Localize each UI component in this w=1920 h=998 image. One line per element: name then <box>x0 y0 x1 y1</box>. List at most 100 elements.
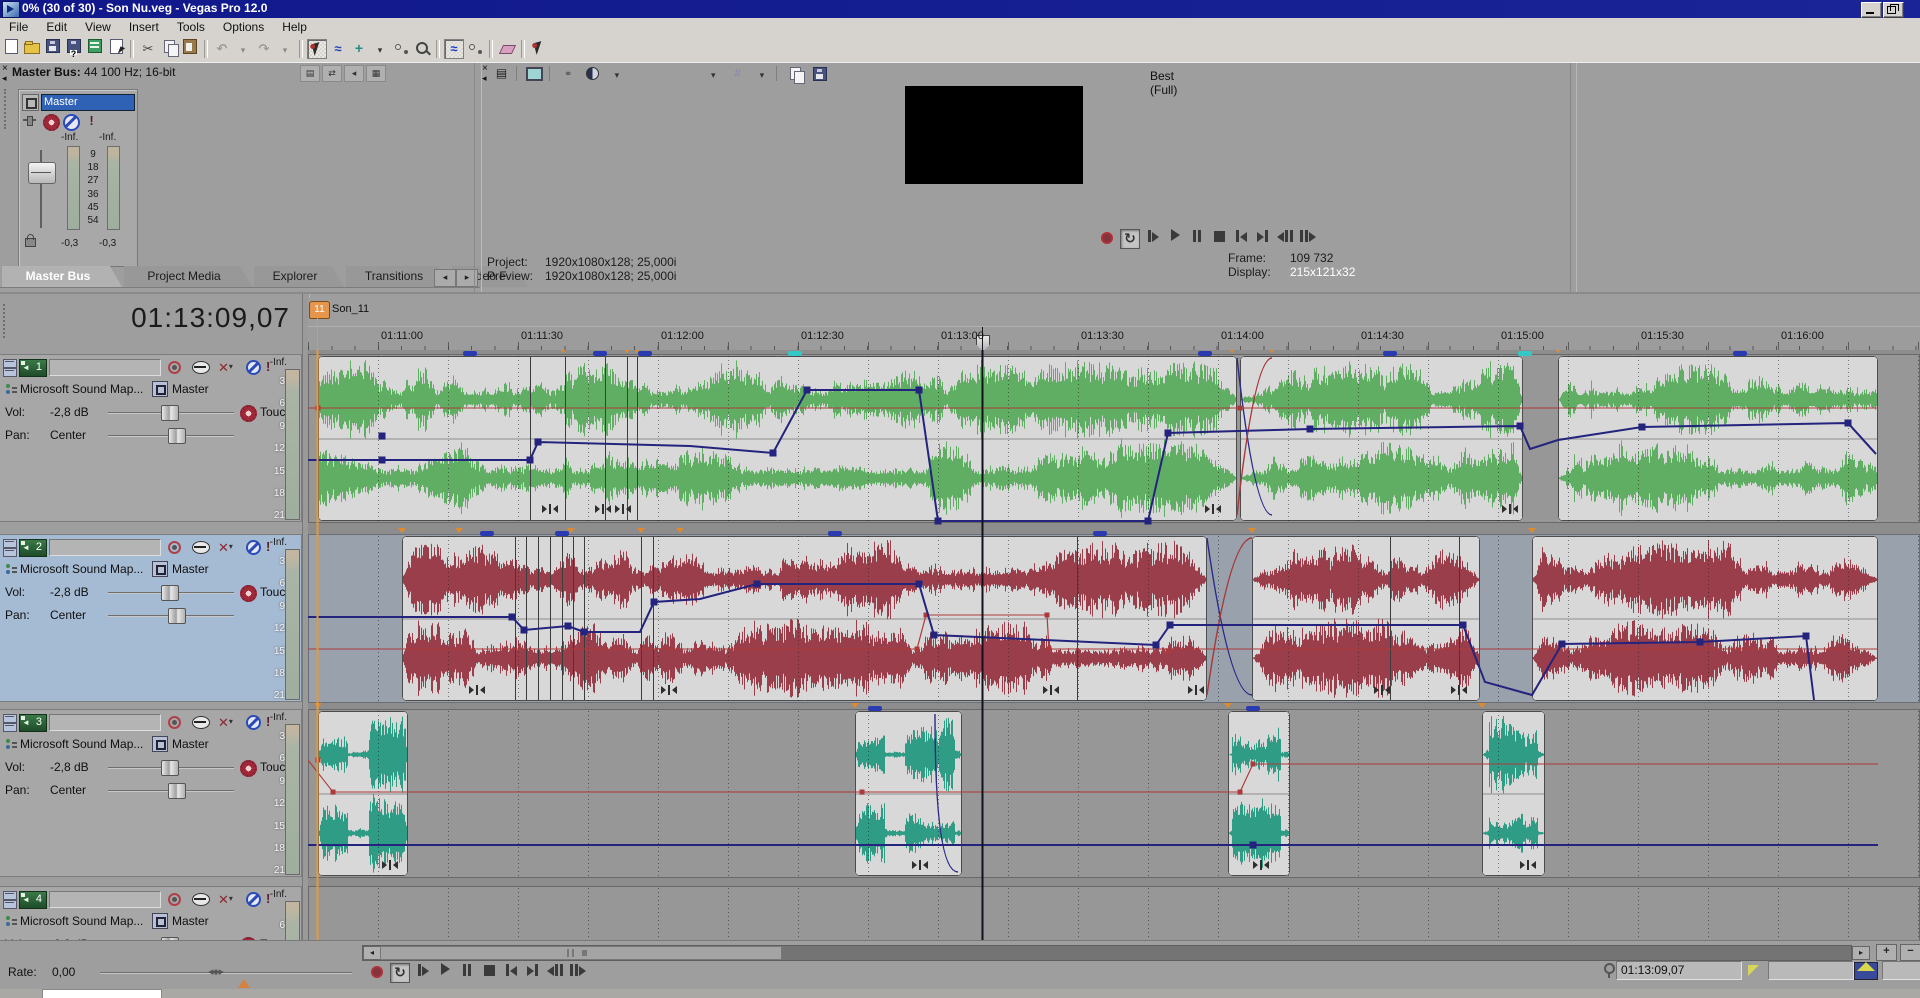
insert-bus-button[interactable]: ⇄ <box>322 65 342 82</box>
restore-button[interactable] <box>1883 2 1904 18</box>
save-snapshot-button[interactable] <box>810 65 829 82</box>
preview-close-icon[interactable]: × <box>482 65 488 73</box>
mute-icon[interactable]: ✕▾ <box>218 891 233 908</box>
erase-tool-button[interactable] <box>497 39 517 59</box>
master-meter-right[interactable] <box>107 146 120 230</box>
track-automation-icon[interactable] <box>192 361 210 374</box>
solo-icon[interactable] <box>246 540 261 555</box>
bottom-edit-field[interactable] <box>42 989 162 998</box>
edit-cursor-timecode[interactable]: 01:13:09,07 <box>0 302 290 334</box>
menu-options[interactable]: Options <box>214 18 273 38</box>
arm-for-record-icon[interactable] <box>168 541 181 554</box>
time-ruler[interactable]: 01:11:0001:11:3001:12:0001:12:3001:13:00… <box>308 326 1920 352</box>
title-bar[interactable]: 0% (30 of 30) - Son Nu.veg - Vegas Pro 1… <box>0 0 1920 18</box>
zoom-edit-tool-button[interactable] <box>412 39 432 59</box>
menu-edit[interactable]: Edit <box>37 18 76 38</box>
envelope-edit-tool-button[interactable]: ≈ <box>328 39 348 59</box>
record-button[interactable] <box>1098 229 1116 247</box>
track-meter[interactable] <box>285 724 300 875</box>
open-button[interactable] <box>22 39 42 59</box>
video-preview-menu-button[interactable]: ▤ <box>492 65 511 82</box>
pan-slider[interactable] <box>108 615 234 616</box>
previous-frame-button[interactable] <box>1276 229 1294 247</box>
overlay-dropdown[interactable]: ▾ <box>752 65 771 82</box>
track-minmax-buttons[interactable] <box>3 539 16 556</box>
paste-button[interactable] <box>180 39 200 59</box>
layout-button[interactable]: ▦ <box>366 65 386 82</box>
undo-dropdown[interactable]: ▾ <box>233 39 253 59</box>
loop-button[interactable]: ↻ <box>390 963 410 983</box>
track-automation-icon[interactable] <box>192 541 210 554</box>
bus-assign-button[interactable] <box>152 913 168 929</box>
mute-icon[interactable] <box>63 114 80 131</box>
track-header-1[interactable]: ◄1✕▾!-Inf.Microsoft Sound Map...MasterVo… <box>0 354 302 522</box>
track-automation-icon[interactable] <box>192 716 210 729</box>
master-meter-left[interactable] <box>67 146 80 230</box>
solo-icon[interactable] <box>246 360 261 375</box>
render-as-button[interactable] <box>64 39 84 59</box>
go-to-end-button[interactable] <box>1254 229 1272 247</box>
scroll-left-button[interactable]: ◂ <box>363 946 381 960</box>
arm-for-record-icon[interactable] <box>168 361 181 374</box>
master-bus-button[interactable] <box>22 94 39 111</box>
marker-bar[interactable]: 11 Son_11 <box>308 298 1920 326</box>
video-fx-button[interactable]: ⚭ <box>559 65 578 82</box>
save-button[interactable] <box>43 39 63 59</box>
copy-button[interactable] <box>159 39 179 59</box>
scrollbar-thumb[interactable] <box>380 946 782 960</box>
video-preview-frame[interactable] <box>905 86 1083 184</box>
vol-slider-handle[interactable] <box>161 405 179 421</box>
go-to-start-button[interactable] <box>502 963 520 981</box>
automation-gear-icon[interactable] <box>240 585 257 602</box>
automation-settings-icon[interactable] <box>43 114 60 131</box>
track-name-field[interactable] <box>49 359 161 376</box>
master-fader-handle[interactable] <box>28 162 56 184</box>
selection-length-field[interactable] <box>1768 961 1854 980</box>
previous-frame-button[interactable] <box>546 963 564 981</box>
rate-slider-handle[interactable]: ◂◂▸▸ <box>208 965 222 978</box>
redo-dropdown[interactable]: ▾ <box>275 39 295 59</box>
new-project-button[interactable] <box>1 39 21 59</box>
solo-icon[interactable] <box>246 892 261 907</box>
vol-slider-handle[interactable] <box>161 585 179 601</box>
arm-for-record-icon[interactable] <box>168 893 181 906</box>
undo-button[interactable]: ↶ <box>212 39 232 59</box>
dock-close-icon[interactable]: × <box>2 65 8 73</box>
solo-icon[interactable] <box>246 715 261 730</box>
copy-snapshot-button[interactable] <box>786 65 805 82</box>
arm-for-record-icon[interactable] <box>168 716 181 729</box>
stop-button[interactable] <box>480 963 498 981</box>
pen-tool-button[interactable] <box>529 39 549 59</box>
next-frame-button[interactable] <box>1298 229 1316 247</box>
pan-slider-handle[interactable] <box>168 783 186 799</box>
loop-button[interactable]: ↻ <box>1120 229 1140 249</box>
menu-insert[interactable]: Insert <box>120 18 168 38</box>
tab-explorer[interactable]: Explorer <box>254 266 344 287</box>
track-minmax-buttons[interactable] <box>3 714 16 731</box>
marker-tab[interactable]: 11 <box>309 301 330 319</box>
vol-slider[interactable] <box>108 592 234 593</box>
cut-button[interactable]: ✂ <box>138 39 158 59</box>
track-header-2[interactable]: ◄2✕▾!-Inf.Microsoft Sound Map...MasterVo… <box>0 534 302 702</box>
scroll-right-button[interactable]: ▸ <box>1852 946 1870 960</box>
right-pane-splitter[interactable] <box>1570 63 1577 293</box>
automation-gear-icon[interactable] <box>240 760 257 777</box>
selection-edit-tool-button[interactable]: + <box>349 39 369 59</box>
track-name-field[interactable] <box>49 714 161 731</box>
record-button[interactable] <box>368 963 386 981</box>
vol-slider[interactable] <box>108 412 234 413</box>
vol-slider-handle[interactable] <box>161 760 179 776</box>
stop-button[interactable] <box>1210 229 1228 247</box>
pan-slider-handle[interactable] <box>168 428 186 444</box>
dock-pin-icon[interactable]: ◂ <box>2 74 7 82</box>
import-media-button[interactable] <box>85 39 105 59</box>
play-from-start-button[interactable] <box>414 963 432 981</box>
menu-view[interactable]: View <box>76 18 120 38</box>
pause-button[interactable] <box>458 963 476 981</box>
tabs-scroll-left[interactable]: ◂ <box>434 269 456 287</box>
timeline-canvas[interactable] <box>308 350 1920 942</box>
bus-assign-button[interactable] <box>152 381 168 397</box>
split-screen-button[interactable] <box>583 65 602 82</box>
marker-label[interactable]: Son_11 <box>332 303 369 315</box>
track-minmax-buttons[interactable] <box>3 359 16 376</box>
